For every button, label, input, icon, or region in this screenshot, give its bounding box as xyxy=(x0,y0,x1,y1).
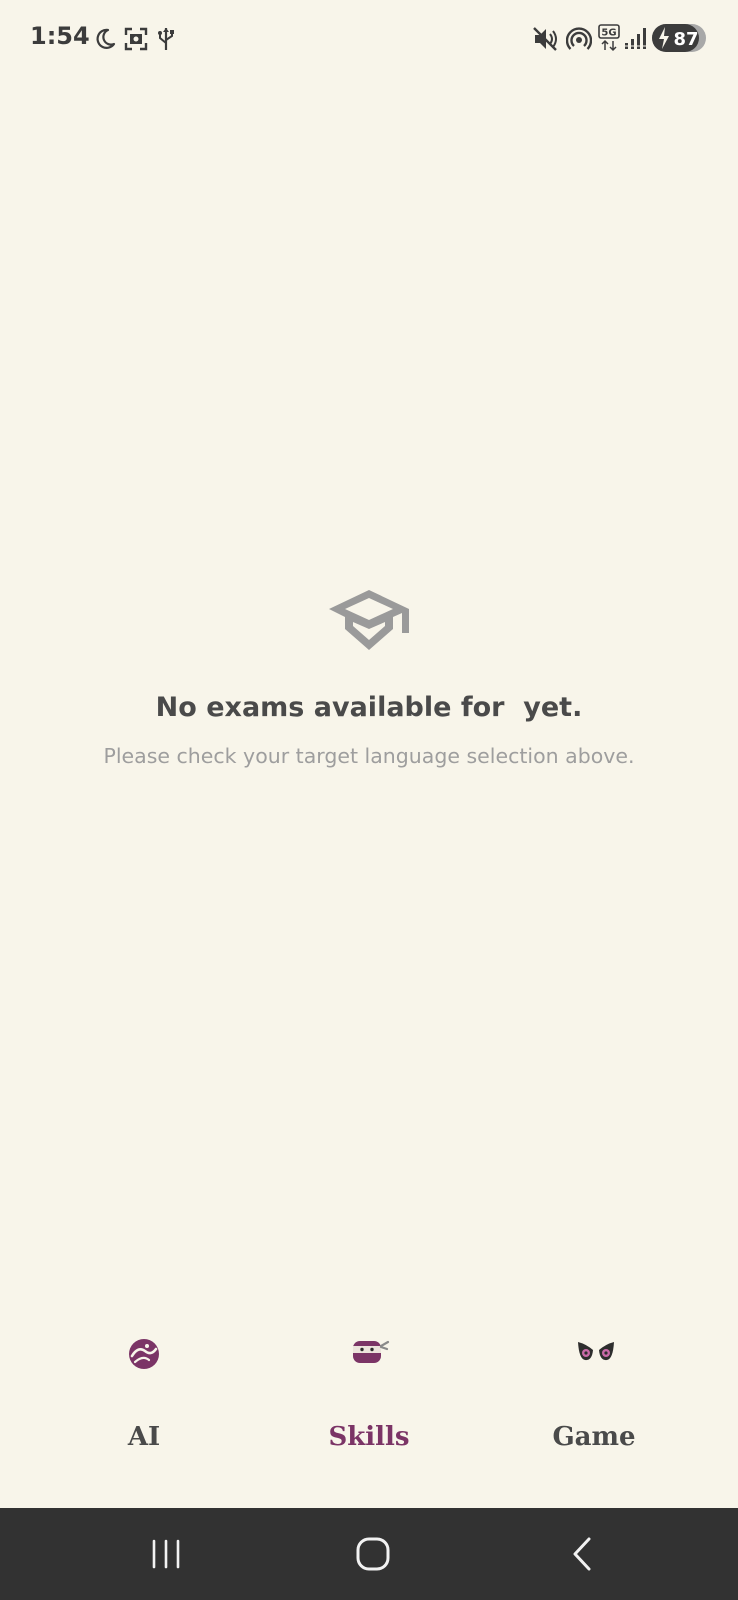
nav-label-skills: Skills xyxy=(328,1422,410,1452)
system-nav-bar xyxy=(0,1508,738,1600)
ninja-icon xyxy=(353,1340,390,1363)
nav-item-game[interactable]: Game xyxy=(471,1320,717,1480)
empty-state-subtitle: Please check your target language select… xyxy=(103,744,635,768)
status-bar: 1:54 5G 87 xyxy=(0,0,738,78)
screenshot-icon xyxy=(124,27,148,51)
home-icon[interactable] xyxy=(343,1526,403,1582)
bottom-nav: AI Skills Game xyxy=(0,1320,738,1506)
moon-icon xyxy=(96,28,116,49)
recents-icon[interactable] xyxy=(137,1526,197,1582)
svg-text:87: 87 xyxy=(673,29,698,50)
status-time: 1:54 xyxy=(30,22,90,50)
5g-icon: 5G xyxy=(598,24,620,52)
ai-swirl-icon xyxy=(129,1339,159,1369)
empty-state-title: No exams available for yet. xyxy=(155,692,583,723)
eyes-icon xyxy=(578,1342,614,1361)
signal-icon xyxy=(624,28,648,49)
back-icon[interactable] xyxy=(551,1526,611,1582)
mute-icon xyxy=(533,27,557,51)
svg-text:5G: 5G xyxy=(601,28,616,39)
nav-label-game: Game xyxy=(552,1422,636,1452)
nav-label-ai: AI xyxy=(127,1422,161,1452)
nav-item-ai[interactable]: AI xyxy=(21,1320,267,1480)
hotspot-icon xyxy=(566,27,592,50)
battery-icon: 87 xyxy=(652,24,706,52)
nav-item-skills[interactable]: Skills xyxy=(246,1320,492,1480)
graduation-cap-icon xyxy=(329,590,409,650)
usb-icon xyxy=(158,28,174,50)
